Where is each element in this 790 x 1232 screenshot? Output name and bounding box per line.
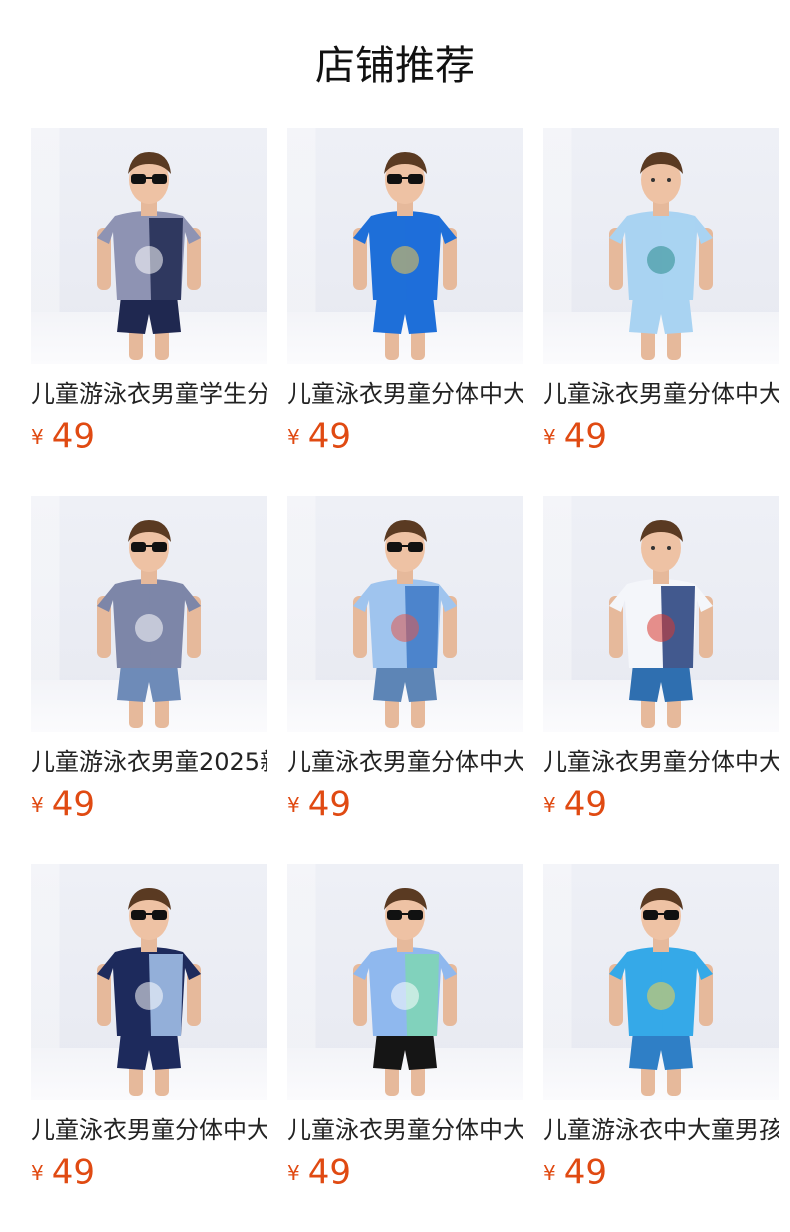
product-card[interactable]: 儿童泳衣男童分体中大童泳衣 ¥49 bbox=[543, 128, 779, 457]
product-card[interactable]: 儿童泳衣男童分体中大童泳衣 ¥49 bbox=[287, 496, 523, 825]
currency-symbol: ¥ bbox=[543, 1160, 556, 1185]
currency-symbol: ¥ bbox=[543, 424, 556, 449]
product-card[interactable]: 儿童泳衣男童分体中大童泳衣 ¥49 bbox=[287, 128, 523, 457]
product-image[interactable] bbox=[543, 864, 779, 1100]
currency-symbol: ¥ bbox=[287, 424, 300, 449]
currency-symbol: ¥ bbox=[287, 1160, 300, 1185]
product-card[interactable]: 儿童游泳衣男童2025新款分体泳衣 ¥49 bbox=[31, 496, 267, 825]
product-card[interactable]: 儿童游泳衣中大童男孩泳衣 ¥49 bbox=[543, 864, 779, 1193]
product-card[interactable]: 儿童泳衣男童分体中大童泳衣 ¥49 bbox=[287, 864, 523, 1193]
product-image[interactable] bbox=[31, 496, 267, 732]
product-photo-figure bbox=[609, 520, 713, 728]
price-value: 49 bbox=[307, 784, 351, 825]
price-value: 49 bbox=[307, 1152, 351, 1193]
product-name[interactable]: 儿童游泳衣男童学生分体中大童泳衣 bbox=[31, 378, 267, 410]
currency-symbol: ¥ bbox=[31, 424, 44, 449]
product-photo-figure bbox=[609, 152, 713, 360]
product-card[interactable]: 儿童游泳衣男童学生分体中大童泳衣 ¥49 bbox=[31, 128, 267, 457]
product-name[interactable]: 儿童泳衣男童分体中大童泳衣 bbox=[287, 1114, 523, 1146]
price-value: 49 bbox=[51, 1152, 95, 1193]
product-price: ¥49 bbox=[31, 416, 267, 457]
currency-symbol: ¥ bbox=[543, 792, 556, 817]
product-image[interactable] bbox=[31, 128, 267, 364]
product-price: ¥49 bbox=[287, 416, 523, 457]
price-value: 49 bbox=[51, 784, 95, 825]
product-price: ¥49 bbox=[287, 784, 523, 825]
currency-symbol: ¥ bbox=[31, 1160, 44, 1185]
currency-symbol: ¥ bbox=[287, 792, 300, 817]
price-value: 49 bbox=[563, 416, 607, 457]
product-name[interactable]: 儿童游泳衣中大童男孩泳衣 bbox=[543, 1114, 779, 1146]
product-photo-figure bbox=[609, 888, 713, 1096]
product-image[interactable] bbox=[287, 496, 523, 732]
product-name[interactable]: 儿童泳衣男童分体中大童泳衣 bbox=[287, 746, 523, 778]
product-image[interactable] bbox=[287, 128, 523, 364]
price-value: 49 bbox=[563, 1152, 607, 1193]
price-value: 49 bbox=[51, 416, 95, 457]
product-price: ¥49 bbox=[31, 1152, 267, 1193]
product-image[interactable] bbox=[287, 864, 523, 1100]
product-photo-figure bbox=[97, 888, 201, 1096]
product-photo-figure bbox=[353, 520, 457, 728]
product-name[interactable]: 儿童游泳衣男童2025新款分体泳衣 bbox=[31, 746, 267, 778]
product-photo-figure bbox=[97, 152, 201, 360]
product-name[interactable]: 儿童泳衣男童分体中大童泳衣 bbox=[543, 746, 779, 778]
currency-symbol: ¥ bbox=[31, 792, 44, 817]
product-name[interactable]: 儿童泳衣男童分体中大童泳衣 bbox=[543, 378, 779, 410]
price-value: 49 bbox=[307, 416, 351, 457]
product-image[interactable] bbox=[543, 128, 779, 364]
product-name[interactable]: 儿童泳衣男童分体中大童泳衣 bbox=[287, 378, 523, 410]
price-value: 49 bbox=[563, 784, 607, 825]
product-name[interactable]: 儿童泳衣男童分体中大童泳衣 bbox=[31, 1114, 267, 1146]
product-image[interactable] bbox=[543, 496, 779, 732]
product-card[interactable]: 儿童泳衣男童分体中大童泳衣 ¥49 bbox=[31, 864, 267, 1193]
product-price: ¥49 bbox=[31, 784, 267, 825]
product-price: ¥49 bbox=[543, 416, 779, 457]
product-card[interactable]: 儿童泳衣男童分体中大童泳衣 ¥49 bbox=[543, 496, 779, 825]
product-photo-figure bbox=[353, 888, 457, 1096]
product-image[interactable] bbox=[31, 864, 267, 1100]
product-photo-figure bbox=[353, 152, 457, 360]
product-photo-figure bbox=[97, 520, 201, 728]
product-price: ¥49 bbox=[543, 1152, 779, 1193]
product-price: ¥49 bbox=[543, 784, 779, 825]
product-price: ¥49 bbox=[287, 1152, 523, 1193]
page-title: 店铺推荐 bbox=[315, 43, 475, 89]
